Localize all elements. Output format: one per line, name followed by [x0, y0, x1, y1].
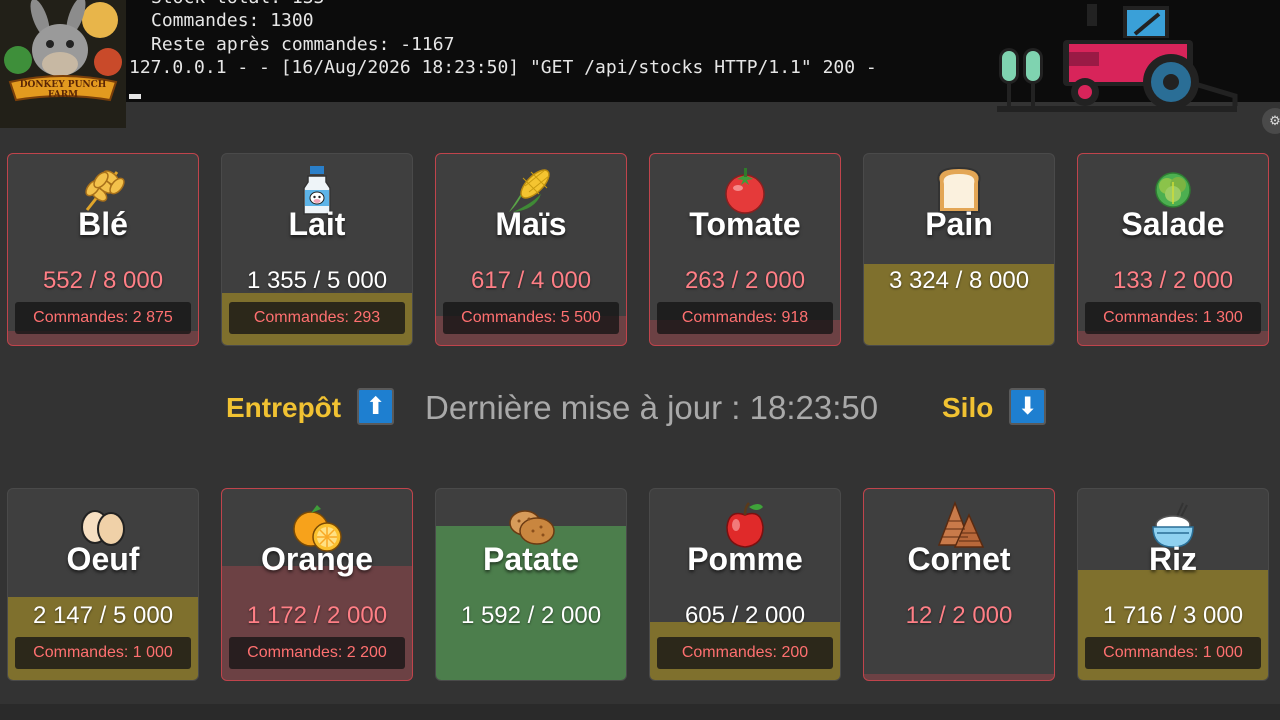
last-update-text: Dernière mise à jour : 18:23:50 [425, 389, 879, 426]
orders-badge: Commandes: 200 [657, 637, 833, 669]
stock-quantity: 1 172 / 2 000 [246, 602, 388, 629]
product-name: Tomate [689, 206, 801, 242]
product-card-maïs[interactable]: Maïs 617 / 4 000 Commandes: 5 500 [435, 153, 627, 346]
farm-logo: DONKEY PUNCH FARM [0, 0, 126, 128]
terminal-line: Commandes: 1300 [151, 10, 314, 31]
product-name: Cornet [907, 541, 1011, 577]
stock-quantity: 1 355 / 5 000 [246, 267, 388, 294]
product-card-pain[interactable]: Pain 3 324 / 8 000 [863, 153, 1055, 346]
orders-badge: Commandes: 293 [229, 302, 405, 334]
product-name: Pomme [687, 541, 803, 577]
product-name: Blé [78, 206, 128, 242]
product-card-salade[interactable]: Salade 133 / 2 000 Commandes: 1 300 [1077, 153, 1269, 346]
settings-icon[interactable]: ⚙ [1262, 108, 1280, 134]
product-card-tomate[interactable]: Tomate 263 / 2 000 Commandes: 918 [649, 153, 841, 346]
stock-quantity: 1 592 / 2 000 [460, 602, 602, 629]
stock-quantity: 12 / 2 000 [905, 602, 1013, 629]
logo-text: DONKEY PUNCH FARM [19, 80, 107, 100]
bottom-bar [0, 704, 1280, 720]
orders-badge: Commandes: 918 [657, 302, 833, 334]
stock-quantity: 263 / 2 000 [684, 267, 806, 294]
donkey-logo-icon [0, 0, 126, 128]
silo-down-arrow-icon[interactable]: ⬇ [1009, 388, 1046, 425]
orders-badge: Commandes: 1 000 [1085, 637, 1261, 669]
stock-quantity: 617 / 4 000 [470, 267, 592, 294]
product-card-cornet[interactable]: Cornet 12 / 2 000 [863, 488, 1055, 681]
stock-quantity: 133 / 2 000 [1112, 267, 1234, 294]
product-card-patate[interactable]: Patate 1 592 / 2 000 [435, 488, 627, 681]
silo-label: Silo [942, 392, 994, 423]
stock-quantity: 552 / 8 000 [42, 267, 164, 294]
stock-quantity: 2 147 / 5 000 [32, 602, 174, 629]
product-name: Orange [260, 541, 374, 577]
warehouse-label: Entrepôt [226, 392, 342, 423]
orders-badge: Commandes: 5 500 [443, 302, 619, 334]
terminal-line: Reste après commandes: -1167 [151, 34, 455, 55]
product-card-orange[interactable]: Orange 1 172 / 2 000 Commandes: 2 200 [221, 488, 413, 681]
stock-quantity: 3 324 / 8 000 [888, 267, 1030, 294]
tractor-icon [997, 4, 1238, 112]
product-card-blé[interactable]: Blé 552 / 8 000 Commandes: 2 875 [7, 153, 199, 346]
orders-badge: Commandes: 1 300 [1085, 302, 1261, 334]
product-card-lait[interactable]: Lait 1 355 / 5 000 Commandes: 293 [221, 153, 413, 346]
terminal-cursor [129, 94, 141, 99]
warehouse-up-arrow-icon[interactable]: ⬆ [357, 388, 394, 425]
product-name: Patate [482, 541, 580, 577]
stock-quantity: 1 716 / 3 000 [1102, 602, 1244, 629]
orders-badge: Commandes: 2 200 [229, 637, 405, 669]
product-name: Lait [288, 206, 346, 242]
product-card-oeuf[interactable]: Oeuf 2 147 / 5 000 Commandes: 1 000 [7, 488, 199, 681]
stock-level-fill [864, 674, 1054, 680]
status-bar: Entrepôt ⬆ Dernière mise à jour : 18:23:… [0, 384, 1280, 432]
orders-badge: Commandes: 1 000 [15, 637, 191, 669]
product-card-pomme[interactable]: Pomme 605 / 2 000 Commandes: 200 [649, 488, 841, 681]
product-name: Salade [1121, 206, 1225, 242]
orders-badge: Commandes: 2 875 [15, 302, 191, 334]
terminal-line: 127.0.0.1 - - [16/Aug/2026 18:23:50] "GE… [129, 57, 877, 78]
product-name: Pain [925, 206, 993, 242]
terminal-line: Stock total: 133 [151, 0, 324, 9]
product-card-riz[interactable]: Riz 1 716 / 3 000 Commandes: 1 000 [1077, 488, 1269, 681]
product-name: Riz [1149, 541, 1197, 577]
product-name: Maïs [495, 206, 567, 242]
stock-quantity: 605 / 2 000 [684, 602, 806, 629]
product-name: Oeuf [66, 541, 140, 577]
